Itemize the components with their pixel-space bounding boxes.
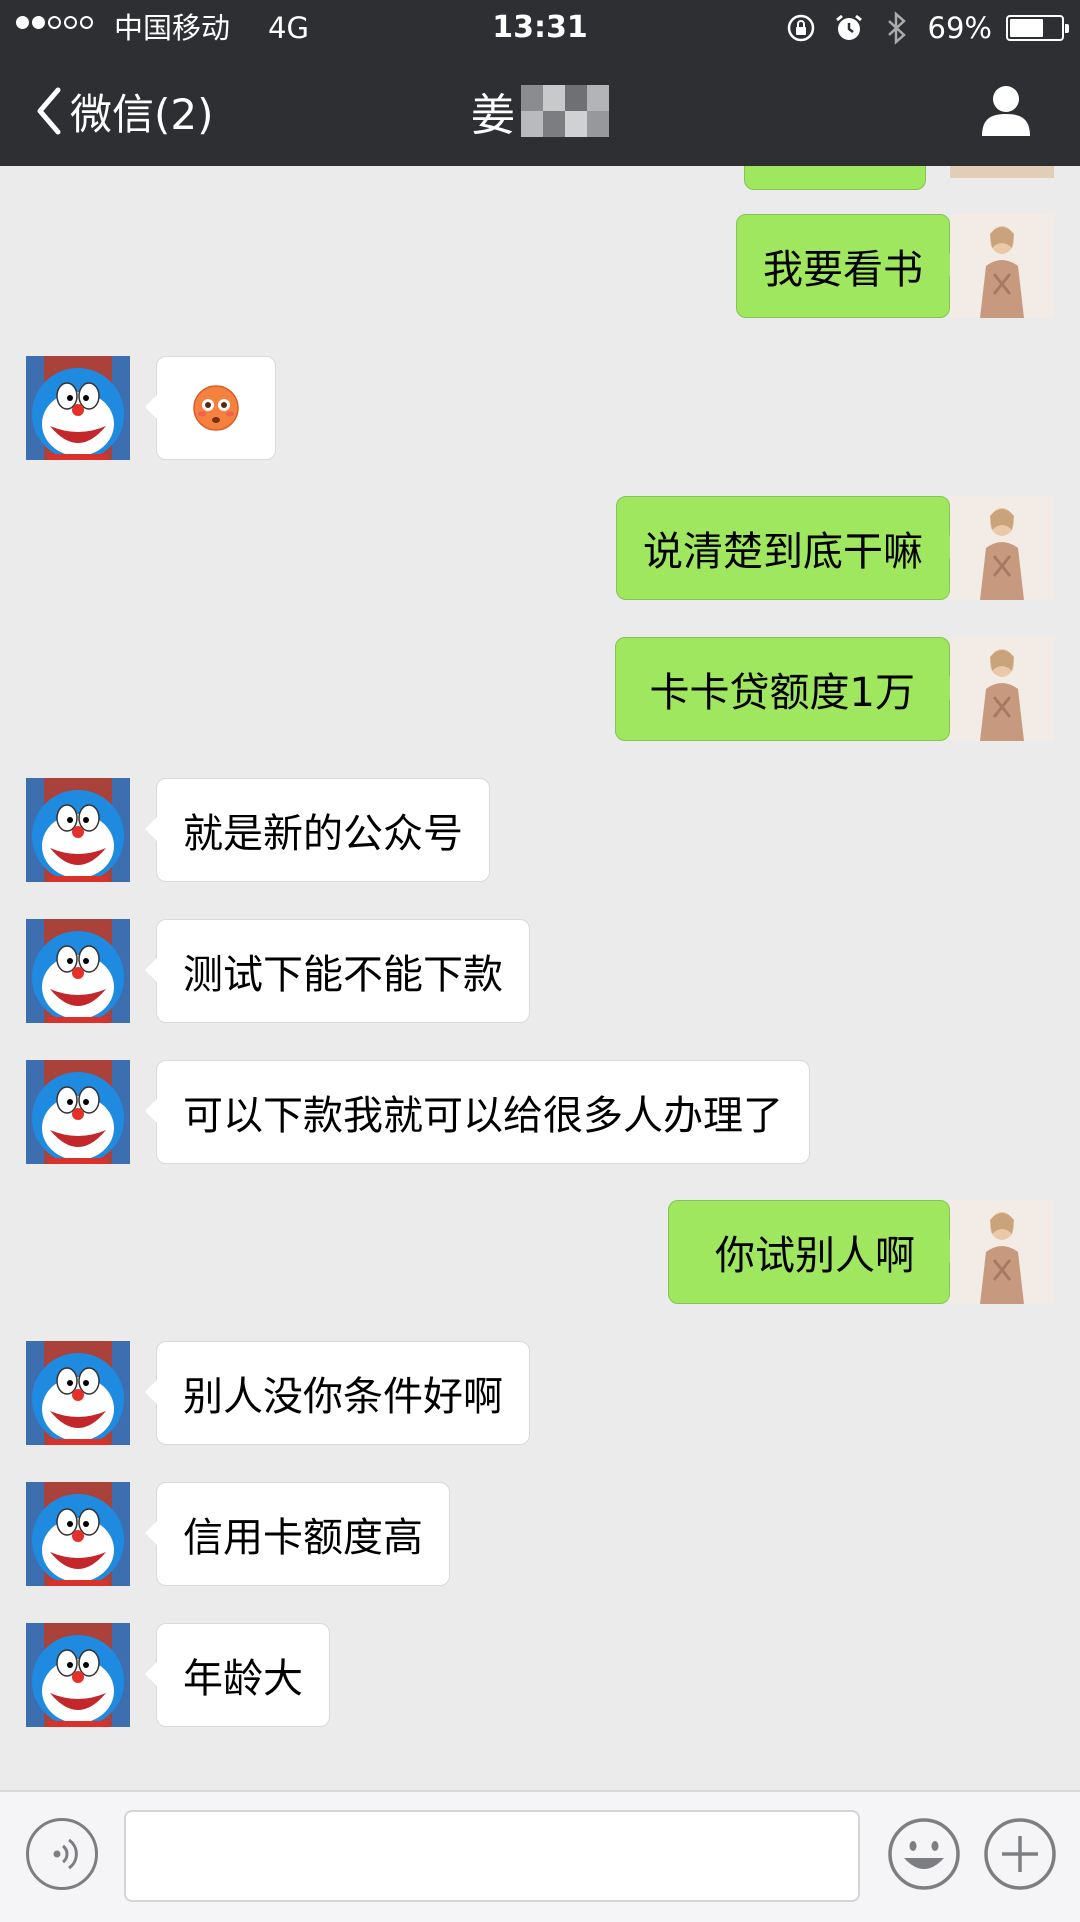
message-incoming[interactable]: 信用卡额度高 [0, 1482, 1080, 1586]
message-incoming[interactable]: 测试下能不能下款 [0, 919, 1080, 1023]
status-bar: 中国移动 4G 13:31 69% [0, 0, 1080, 56]
chat-title-area: 姜 [0, 78, 1080, 144]
flushed-face-emoji [193, 385, 239, 431]
message-outgoing[interactable]: 卡卡贷额度1万 [0, 637, 1080, 741]
message-bubble[interactable]: 你试别人啊 [668, 1200, 962, 1304]
more-button[interactable] [982, 1816, 1058, 1892]
alarm-icon [832, 11, 866, 45]
message-bubble[interactable] [145, 356, 276, 460]
message-incoming[interactable]: 可以下款我就可以给很多人办理了 [0, 1060, 1080, 1164]
my-avatar[interactable] [950, 1200, 1054, 1304]
chat-title: 姜 [471, 90, 515, 141]
partial-message [744, 166, 926, 190]
voice-button[interactable] [26, 1818, 98, 1890]
message-incoming[interactable]: 别人没你条件好啊 [0, 1341, 1080, 1445]
input-bar [0, 1790, 1080, 1922]
my-avatar[interactable] [950, 496, 1054, 600]
message-text: 年龄大 [183, 1656, 303, 1702]
plus-icon [984, 1818, 1056, 1890]
contact-avatar[interactable] [26, 1060, 130, 1164]
my-avatar[interactable] [950, 637, 1054, 741]
nav-bar: 微信(2) 姜 [0, 56, 1080, 166]
battery-percent: 69% [927, 11, 992, 45]
message-outgoing[interactable]: 你试别人啊 [0, 1200, 1080, 1304]
message-bubble[interactable]: 测试下能不能下款 [145, 919, 530, 1023]
my-avatar[interactable] [950, 214, 1054, 318]
contact-avatar[interactable] [26, 356, 130, 460]
top-bar: 中国移动 4G 13:31 69% 微信(2) 姜 [0, 0, 1080, 166]
chat-info-button[interactable] [978, 82, 1034, 138]
battery-level [1010, 19, 1044, 37]
orientation-lock-icon [784, 11, 818, 45]
person-icon [982, 86, 1030, 136]
status-icons: 69% [784, 8, 1069, 48]
battery-tip [1065, 24, 1069, 33]
message-text: 说清楚到底干嘛 [643, 529, 923, 575]
message-list[interactable]: 我要看书 说清楚到底干嘛 卡卡贷额度1万 就是新的公众号 测试下能不能下款 可以… [0, 166, 1080, 1790]
message-incoming[interactable]: 就是新的公众号 [0, 778, 1080, 882]
message-bubble[interactable]: 可以下款我就可以给很多人办理了 [145, 1060, 810, 1164]
contact-avatar[interactable] [26, 919, 130, 1023]
message-bubble[interactable]: 就是新的公众号 [145, 778, 490, 882]
message-text: 别人没你条件好啊 [183, 1374, 503, 1420]
contact-avatar[interactable] [26, 1623, 130, 1727]
message-text: 我要看书 [763, 247, 923, 293]
message-text: 卡卡贷额度1万 [649, 670, 915, 716]
bluetooth-icon [880, 11, 914, 45]
message-text: 就是新的公众号 [183, 811, 463, 857]
message-bubble[interactable]: 说清楚到底干嘛 [616, 496, 962, 600]
contact-avatar[interactable] [26, 778, 130, 882]
contact-avatar[interactable] [26, 1482, 130, 1586]
contact-avatar[interactable] [26, 1341, 130, 1445]
message-incoming[interactable]: 年龄大 [0, 1623, 1080, 1727]
message-text: 测试下能不能下款 [183, 952, 503, 998]
message-bubble[interactable]: 卡卡贷额度1万 [614, 637, 963, 741]
name-mosaic [521, 85, 609, 137]
message-input[interactable] [124, 1810, 860, 1902]
message-bubble[interactable]: 信用卡额度高 [145, 1482, 450, 1586]
battery-icon [1006, 15, 1069, 41]
smiley-icon [888, 1818, 960, 1890]
message-bubble[interactable]: 别人没你条件好啊 [145, 1341, 530, 1445]
message-text: 可以下款我就可以给很多人办理了 [183, 1093, 783, 1139]
partial-avatar [950, 166, 1054, 178]
message-outgoing[interactable]: 我要看书 [0, 214, 1080, 318]
message-bubble[interactable]: 年龄大 [145, 1623, 330, 1727]
voice-icon [53, 1838, 78, 1870]
emoji-button[interactable] [886, 1816, 962, 1892]
message-bubble[interactable]: 我要看书 [736, 214, 962, 318]
message-text: 信用卡额度高 [183, 1515, 423, 1561]
message-outgoing[interactable]: 说清楚到底干嘛 [0, 496, 1080, 600]
message-text: 你试别人啊 [715, 1233, 915, 1279]
message-incoming[interactable] [0, 356, 1080, 460]
